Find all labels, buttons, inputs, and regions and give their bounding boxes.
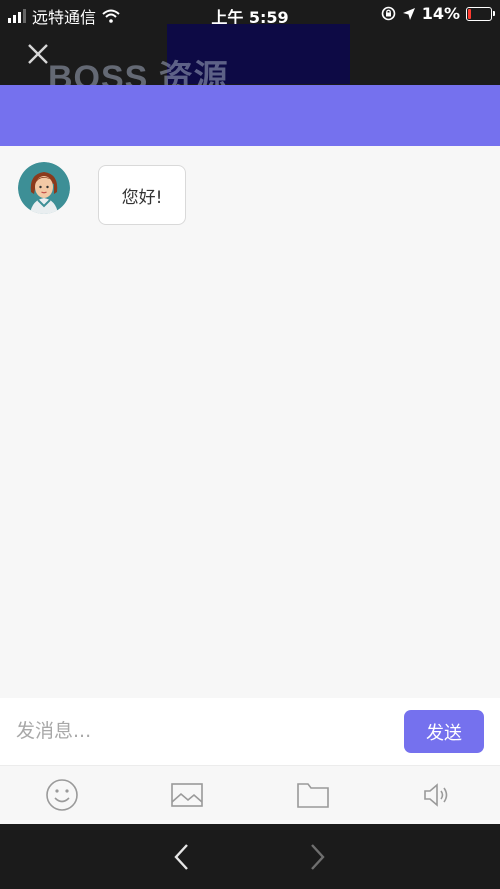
chat-area: 您好! <box>0 146 500 698</box>
message-bubble: 您好! <box>98 165 186 225</box>
chat-header-band <box>0 85 500 146</box>
speaker-icon[interactable] <box>420 778 454 812</box>
send-button[interactable]: 发送 <box>404 710 484 753</box>
location-arrow-icon <box>402 7 415 20</box>
orientation-lock-icon <box>381 6 396 21</box>
message-text: 您好! <box>121 187 163 208</box>
status-right: 14% <box>381 4 495 23</box>
message-composer: 发送 <box>0 698 500 765</box>
emoji-icon[interactable] <box>45 778 79 812</box>
folder-icon[interactable] <box>296 778 330 812</box>
message-input[interactable] <box>16 710 386 752</box>
image-icon[interactable] <box>170 778 204 812</box>
nav-bar: BOSS 资源 <box>0 24 500 97</box>
back-arrow-icon[interactable] <box>167 840 197 874</box>
avatar <box>18 162 70 214</box>
forward-arrow-icon[interactable] <box>302 840 332 874</box>
battery-percent: 14% <box>421 4 460 23</box>
browser-nav-bar <box>0 824 500 889</box>
battery-icon <box>466 6 495 21</box>
attachment-toolbar <box>0 765 500 824</box>
